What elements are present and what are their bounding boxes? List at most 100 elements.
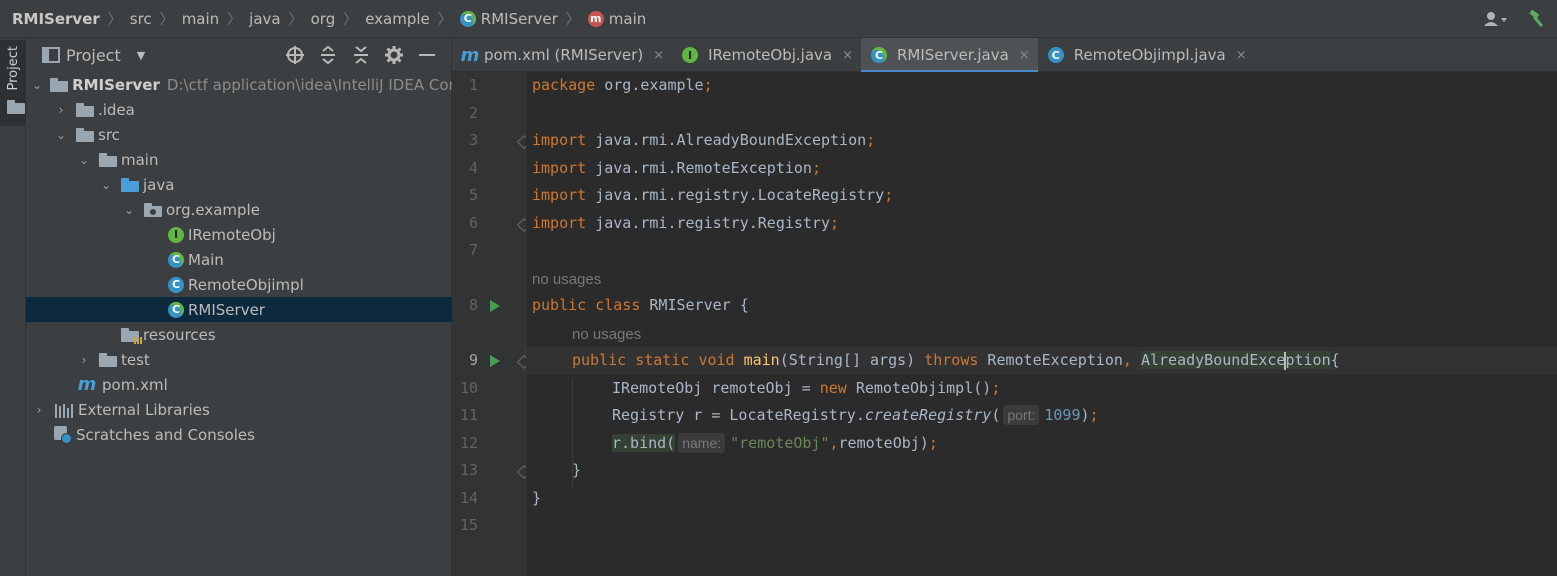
crosshair-icon	[285, 46, 304, 64]
runnable-class-icon: C	[168, 251, 184, 268]
tree-item-idea[interactable]: › .idea	[26, 97, 452, 122]
project-panel: Project ▼ ⌄ RMIServer D:\ctf application…	[26, 38, 463, 576]
breadcrumb-item-example[interactable]: example	[365, 10, 430, 28]
tree-item-iremoteobj[interactable]: I IRemoteObj	[26, 222, 452, 247]
breadcrumb: RMIServer 〉 src 〉 main 〉 java 〉 org 〉 ex…	[0, 0, 646, 38]
maven-icon: m	[460, 44, 480, 66]
close-icon[interactable]: ×	[842, 48, 853, 63]
expand-all-icon	[320, 46, 335, 64]
breadcrumb-item-main[interactable]: main	[182, 10, 219, 28]
close-icon[interactable]: ×	[1236, 48, 1247, 63]
chevron-right-icon[interactable]: ›	[54, 103, 68, 117]
folder-icon	[99, 152, 117, 167]
tab-remoteobjimpl-java[interactable]: C RemoteObjimpl.java ×	[1038, 38, 1255, 72]
locate-file-button[interactable]	[278, 46, 311, 64]
tree-item-rmiserver[interactable]: C RMIServer	[26, 297, 452, 322]
code-editor[interactable]: package org.example; import java.rmi.Alr…	[526, 72, 1557, 576]
chevron-right-icon: 〉	[288, 11, 303, 28]
breadcrumb-item-org[interactable]: org	[311, 10, 336, 28]
breadcrumb-item-src[interactable]: src	[130, 10, 152, 28]
tab-iremoteobj-java[interactable]: I IRemoteObj.java ×	[672, 38, 861, 72]
settings-button[interactable]	[377, 46, 410, 64]
usages-hint-method[interactable]: no usages	[572, 325, 641, 345]
chevron-down-icon[interactable]: ⌄	[122, 203, 136, 217]
code-line-9: public static void main(String[] args) t…	[526, 347, 1557, 374]
chevron-down-icon[interactable]: ⌄	[77, 153, 91, 167]
maven-icon: m	[77, 374, 97, 395]
chevron-down-icon[interactable]: ▼	[137, 49, 145, 62]
chevron-down-icon[interactable]: ⌄	[32, 78, 42, 92]
chevron-right-icon[interactable]: ›	[32, 403, 46, 417]
close-icon[interactable]: ×	[1019, 48, 1030, 63]
parameter-hint: name:	[678, 433, 726, 453]
build-button[interactable]	[1517, 5, 1557, 33]
source-folder-icon	[121, 177, 139, 192]
tree-item-resources[interactable]: resources	[26, 322, 452, 347]
tree-item-java[interactable]: ⌄ java	[26, 172, 452, 197]
code-line-6: import java.rmi.registry.Registry;	[532, 214, 840, 232]
chevron-down-icon[interactable]: ⌄	[54, 128, 68, 142]
tree-item-pom[interactable]: m pom.xml	[26, 372, 452, 397]
line-number: 1	[468, 76, 478, 94]
tree-item-main[interactable]: ⌄ main	[26, 147, 452, 172]
expand-all-button[interactable]	[311, 46, 344, 64]
user-icon	[1484, 12, 1507, 26]
run-main-icon[interactable]	[490, 355, 500, 367]
user-account-button[interactable]	[1475, 5, 1517, 33]
folder-icon	[76, 102, 94, 117]
project-tree: ⌄ RMIServer D:\ctf application\idea\Inte…	[26, 72, 463, 447]
chevron-right-icon: 〉	[107, 11, 122, 28]
code-line-13: }	[572, 461, 582, 479]
line-number: 5	[468, 186, 478, 204]
breadcrumb-item-project[interactable]: RMIServer	[12, 10, 100, 28]
tree-item-project-root[interactable]: ⌄ RMIServer D:\ctf application\idea\Inte…	[26, 72, 463, 97]
folder-icon	[7, 96, 25, 115]
chevron-right-icon: 〉	[437, 11, 452, 28]
hide-panel-button[interactable]	[410, 53, 443, 57]
line-number: 15	[459, 516, 478, 534]
scratches-icon	[54, 425, 72, 444]
run-class-icon[interactable]	[490, 300, 500, 312]
code-line-10: IRemoteObj remoteObj = new RemoteObjimpl…	[612, 379, 1001, 397]
editor-gutter: 1 2 3 4 5 6 7 8 9 10 11 12 13 14 15	[452, 72, 532, 576]
close-icon[interactable]: ×	[653, 48, 664, 63]
breadcrumb-item-method[interactable]: m main	[587, 10, 646, 28]
breadcrumb-item-java[interactable]: java	[249, 10, 280, 28]
editor-tabs: m pom.xml (RMIServer) × I IRemoteObj.jav…	[452, 38, 1557, 73]
chevron-right-icon[interactable]: ›	[77, 353, 91, 367]
parameter-hint: port:	[1003, 405, 1040, 425]
runnable-class-icon: C	[168, 301, 184, 318]
tree-item-src[interactable]: ⌄ src	[26, 122, 452, 147]
code-line-4: import java.rmi.RemoteException;	[532, 159, 821, 177]
project-panel-tools	[278, 38, 443, 72]
method-icon: m	[587, 10, 604, 27]
project-tool-window-button[interactable]: Project	[0, 40, 26, 126]
project-view-selector[interactable]: Project	[66, 46, 121, 65]
code-line-1: package org.example;	[532, 76, 713, 94]
line-number: 11	[459, 406, 478, 424]
hammer-icon	[1529, 9, 1544, 28]
code-line-11: Registry r = LocateRegistry.createRegist…	[612, 405, 1099, 425]
breadcrumb-item-class[interactable]: C RMIServer	[459, 10, 558, 28]
tree-item-package[interactable]: ⌄ org.example	[26, 197, 452, 222]
tree-item-scratches[interactable]: Scratches and Consoles	[26, 422, 452, 447]
tree-item-external-libraries[interactable]: › External Libraries	[26, 397, 452, 422]
chevron-right-icon: 〉	[227, 11, 242, 28]
usages-hint-class[interactable]: no usages	[532, 270, 601, 290]
line-number: 4	[468, 159, 478, 177]
tree-item-test[interactable]: › test	[26, 347, 452, 372]
module-folder-icon	[50, 77, 69, 92]
line-number: 10	[459, 379, 478, 397]
tree-item-remoteobjimpl[interactable]: C RemoteObjimpl	[26, 272, 452, 297]
folder-icon	[76, 127, 94, 142]
code-line-8: public class RMIServer {	[532, 296, 749, 314]
project-panel-header: Project ▼	[26, 38, 451, 72]
tab-pom-xml[interactable]: m pom.xml (RMIServer) ×	[452, 38, 672, 72]
line-number: 12	[459, 434, 478, 452]
tab-rmiserver-java[interactable]: C RMIServer.java ×	[861, 38, 1038, 73]
chevron-right-icon: 〉	[159, 11, 174, 28]
chevron-down-icon[interactable]: ⌄	[99, 178, 113, 192]
tree-item-main-class[interactable]: C Main	[26, 247, 452, 272]
code-line-3: import java.rmi.AlreadyBoundException;	[532, 131, 876, 149]
collapse-all-button[interactable]	[344, 46, 377, 64]
